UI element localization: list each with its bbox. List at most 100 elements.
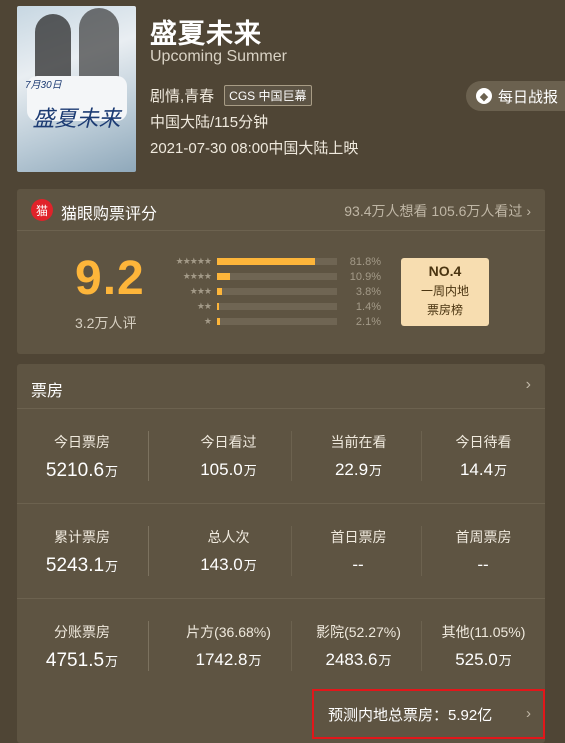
boxoffice-main-cell: 累计票房 5243.1万 bbox=[17, 504, 147, 599]
cell-value: 14.4万 bbox=[459, 460, 508, 479]
cell-value: 2483.6万 bbox=[325, 650, 392, 669]
cell-label: 首日票房 bbox=[330, 529, 387, 545]
main-value: 4751.5万 bbox=[45, 650, 119, 671]
movie-title: 盛夏未来 bbox=[150, 19, 262, 49]
cell-label: 今日待看 bbox=[455, 434, 512, 450]
dist-row: ★★★★ 10.9% bbox=[157, 269, 397, 284]
star-rating: ★ bbox=[203, 316, 212, 326]
dist-percent: 10.9% bbox=[349, 270, 381, 283]
cell-value: 525.0万 bbox=[455, 650, 512, 669]
boxoffice-cell: 总人次 143.0万 bbox=[167, 504, 290, 599]
cell-value: 1742.8万 bbox=[195, 650, 262, 669]
cell-label: 其他(11.05%) bbox=[441, 624, 526, 640]
dist-row: ★★ 1.4% bbox=[157, 299, 397, 314]
movie-genres: 剧情,青春 bbox=[150, 88, 215, 105]
dist-bar-fill bbox=[217, 303, 219, 310]
star-rating: ★★ bbox=[196, 301, 212, 311]
daily-report-button[interactable]: ◆ 每日战报 bbox=[466, 81, 565, 111]
dist-bar-track bbox=[217, 258, 337, 265]
rating-score: 9.2 bbox=[75, 252, 145, 305]
dist-percent: 1.4% bbox=[355, 300, 381, 313]
forecast-label: 预测内地总票房：5.92亿 bbox=[328, 706, 493, 724]
rating-card: 猫 猫眼购票评分 93.4万人想看 105.6万人看过 › 9.2 3.2万人评… bbox=[17, 189, 545, 354]
rank-badge[interactable]: NO.4 一周内地 票房榜 bbox=[401, 258, 489, 326]
boxoffice-header[interactable]: 票房 › bbox=[17, 364, 545, 409]
boxoffice-cell: 片方(36.68%) 1742.8万 bbox=[167, 599, 290, 694]
poster-title: 盛夏未来 bbox=[32, 107, 121, 132]
rating-label: 猫眼购票评分 bbox=[61, 206, 158, 223]
boxoffice-card: 票房 › 今日票房 5210.6万 今日看过 105.0万 当前在看 22.9万 今日待看 1… bbox=[17, 364, 545, 743]
dist-bar-fill bbox=[217, 318, 220, 325]
region-runtime: 中国大陆/115分钟 bbox=[150, 114, 269, 131]
maoyan-cat-icon: 猫 bbox=[31, 199, 53, 221]
poster-date: 7月30日 bbox=[25, 80, 62, 91]
dist-percent: 2.1% bbox=[355, 315, 381, 328]
dist-row: ★★★ 3.8% bbox=[157, 284, 397, 299]
report-icon: ◆ bbox=[476, 88, 492, 104]
cell-label: 首周票房 bbox=[455, 529, 512, 545]
boxoffice-cell: 其他(11.05%) 525.0万 bbox=[422, 599, 545, 694]
dist-bar-track bbox=[217, 288, 337, 295]
forecast-boxoffice[interactable]: 预测内地总票房：5.92亿 › bbox=[312, 689, 545, 739]
boxoffice-main-cell: 今日票房 5210.6万 bbox=[17, 409, 147, 504]
main-label: 今日票房 bbox=[54, 434, 110, 450]
format-badge: CGS 中国巨幕 bbox=[224, 85, 312, 106]
dist-bar-track bbox=[217, 318, 337, 325]
boxoffice-title: 票房 bbox=[31, 383, 64, 400]
bracket-divider bbox=[148, 526, 152, 576]
cell-value: 22.9万 bbox=[334, 460, 383, 479]
dist-percent: 81.8% bbox=[349, 255, 381, 268]
boxoffice-row: 今日票房 5210.6万 今日看过 105.0万 当前在看 22.9万 今日待看 14.4万 bbox=[17, 409, 545, 504]
boxoffice-main-cell: 分账票房 4751.5万 bbox=[17, 599, 147, 694]
bracket-divider bbox=[148, 431, 152, 481]
rank-line1: 一周内地 bbox=[420, 284, 469, 298]
main-value: 5243.1万 bbox=[45, 555, 119, 576]
main-label: 累计票房 bbox=[54, 529, 110, 545]
dist-bar-track bbox=[217, 303, 337, 310]
rating-distribution: ★★★★★ 81.8% ★★★★ 10.9% ★★★ 3.8% ★★ 1.4% ★ 2.1% bbox=[157, 254, 397, 329]
rating-stats[interactable]: 93.4万人想看 105.6万人看过 › bbox=[344, 201, 531, 221]
release-info: 2021-07-30 08:00中国大陆上映 bbox=[150, 140, 359, 157]
boxoffice-row: 累计票房 5243.1万 总人次 143.0万 首日票房 -- 首周票房 -- bbox=[17, 504, 545, 599]
dist-bar-fill bbox=[217, 258, 316, 265]
dist-bar-fill bbox=[217, 288, 222, 295]
cell-value: -- bbox=[477, 555, 489, 574]
movie-header: 7月30日 盛夏未来 盛夏未来 Upcoming Summer 剧情,青春 CG… bbox=[0, 0, 565, 180]
rank-line2: 票房榜 bbox=[426, 303, 463, 317]
cell-label: 当前在看 bbox=[330, 434, 387, 450]
boxoffice-cell: 影院(52.27%) 2483.6万 bbox=[297, 599, 420, 694]
boxoffice-cell: 首周票房 -- bbox=[422, 504, 545, 599]
cell-divider bbox=[291, 431, 292, 481]
chevron-right-icon: › bbox=[526, 203, 531, 219]
daily-report-label: 每日战报 bbox=[498, 88, 559, 106]
cell-label: 总人次 bbox=[207, 529, 250, 545]
want-watched-stats: 93.4万人想看 105.6万人看过 bbox=[344, 203, 523, 219]
main-value: 5210.6万 bbox=[45, 460, 119, 481]
chevron-right-icon: › bbox=[525, 376, 531, 393]
cell-label: 今日看过 bbox=[200, 434, 257, 450]
cell-value: 105.0万 bbox=[200, 460, 257, 479]
genre-line: 剧情,青春 CGS 中国巨幕 bbox=[150, 85, 312, 106]
cell-value: 143.0万 bbox=[200, 555, 257, 574]
rating-count: 3.2万人评 bbox=[75, 315, 137, 331]
star-rating: ★★★★ bbox=[182, 271, 212, 281]
rating-header[interactable]: 猫 猫眼购票评分 93.4万人想看 105.6万人看过 › bbox=[17, 189, 545, 231]
boxoffice-cell: 首日票房 -- bbox=[297, 504, 420, 599]
movie-subtitle: Upcoming Summer bbox=[150, 48, 287, 65]
cell-divider bbox=[291, 526, 292, 576]
boxoffice-cell: 今日待看 14.4万 bbox=[422, 409, 545, 504]
rank-number: NO.4 bbox=[428, 263, 462, 279]
dist-row: ★★★★★ 81.8% bbox=[157, 254, 397, 269]
main-label: 分账票房 bbox=[54, 624, 110, 640]
movie-poster[interactable]: 7月30日 盛夏未来 bbox=[17, 6, 136, 172]
cell-label: 影院(52.27%) bbox=[316, 624, 401, 640]
cell-value: -- bbox=[352, 555, 364, 574]
star-rating: ★★★ bbox=[189, 286, 212, 296]
star-rating: ★★★★★ bbox=[175, 256, 212, 266]
dist-row: ★ 2.1% bbox=[157, 314, 397, 329]
boxoffice-cell: 今日看过 105.0万 bbox=[167, 409, 290, 504]
dist-bar-track bbox=[217, 273, 337, 280]
cell-divider bbox=[291, 621, 292, 671]
bracket-divider bbox=[148, 621, 152, 671]
boxoffice-cell: 当前在看 22.9万 bbox=[297, 409, 420, 504]
